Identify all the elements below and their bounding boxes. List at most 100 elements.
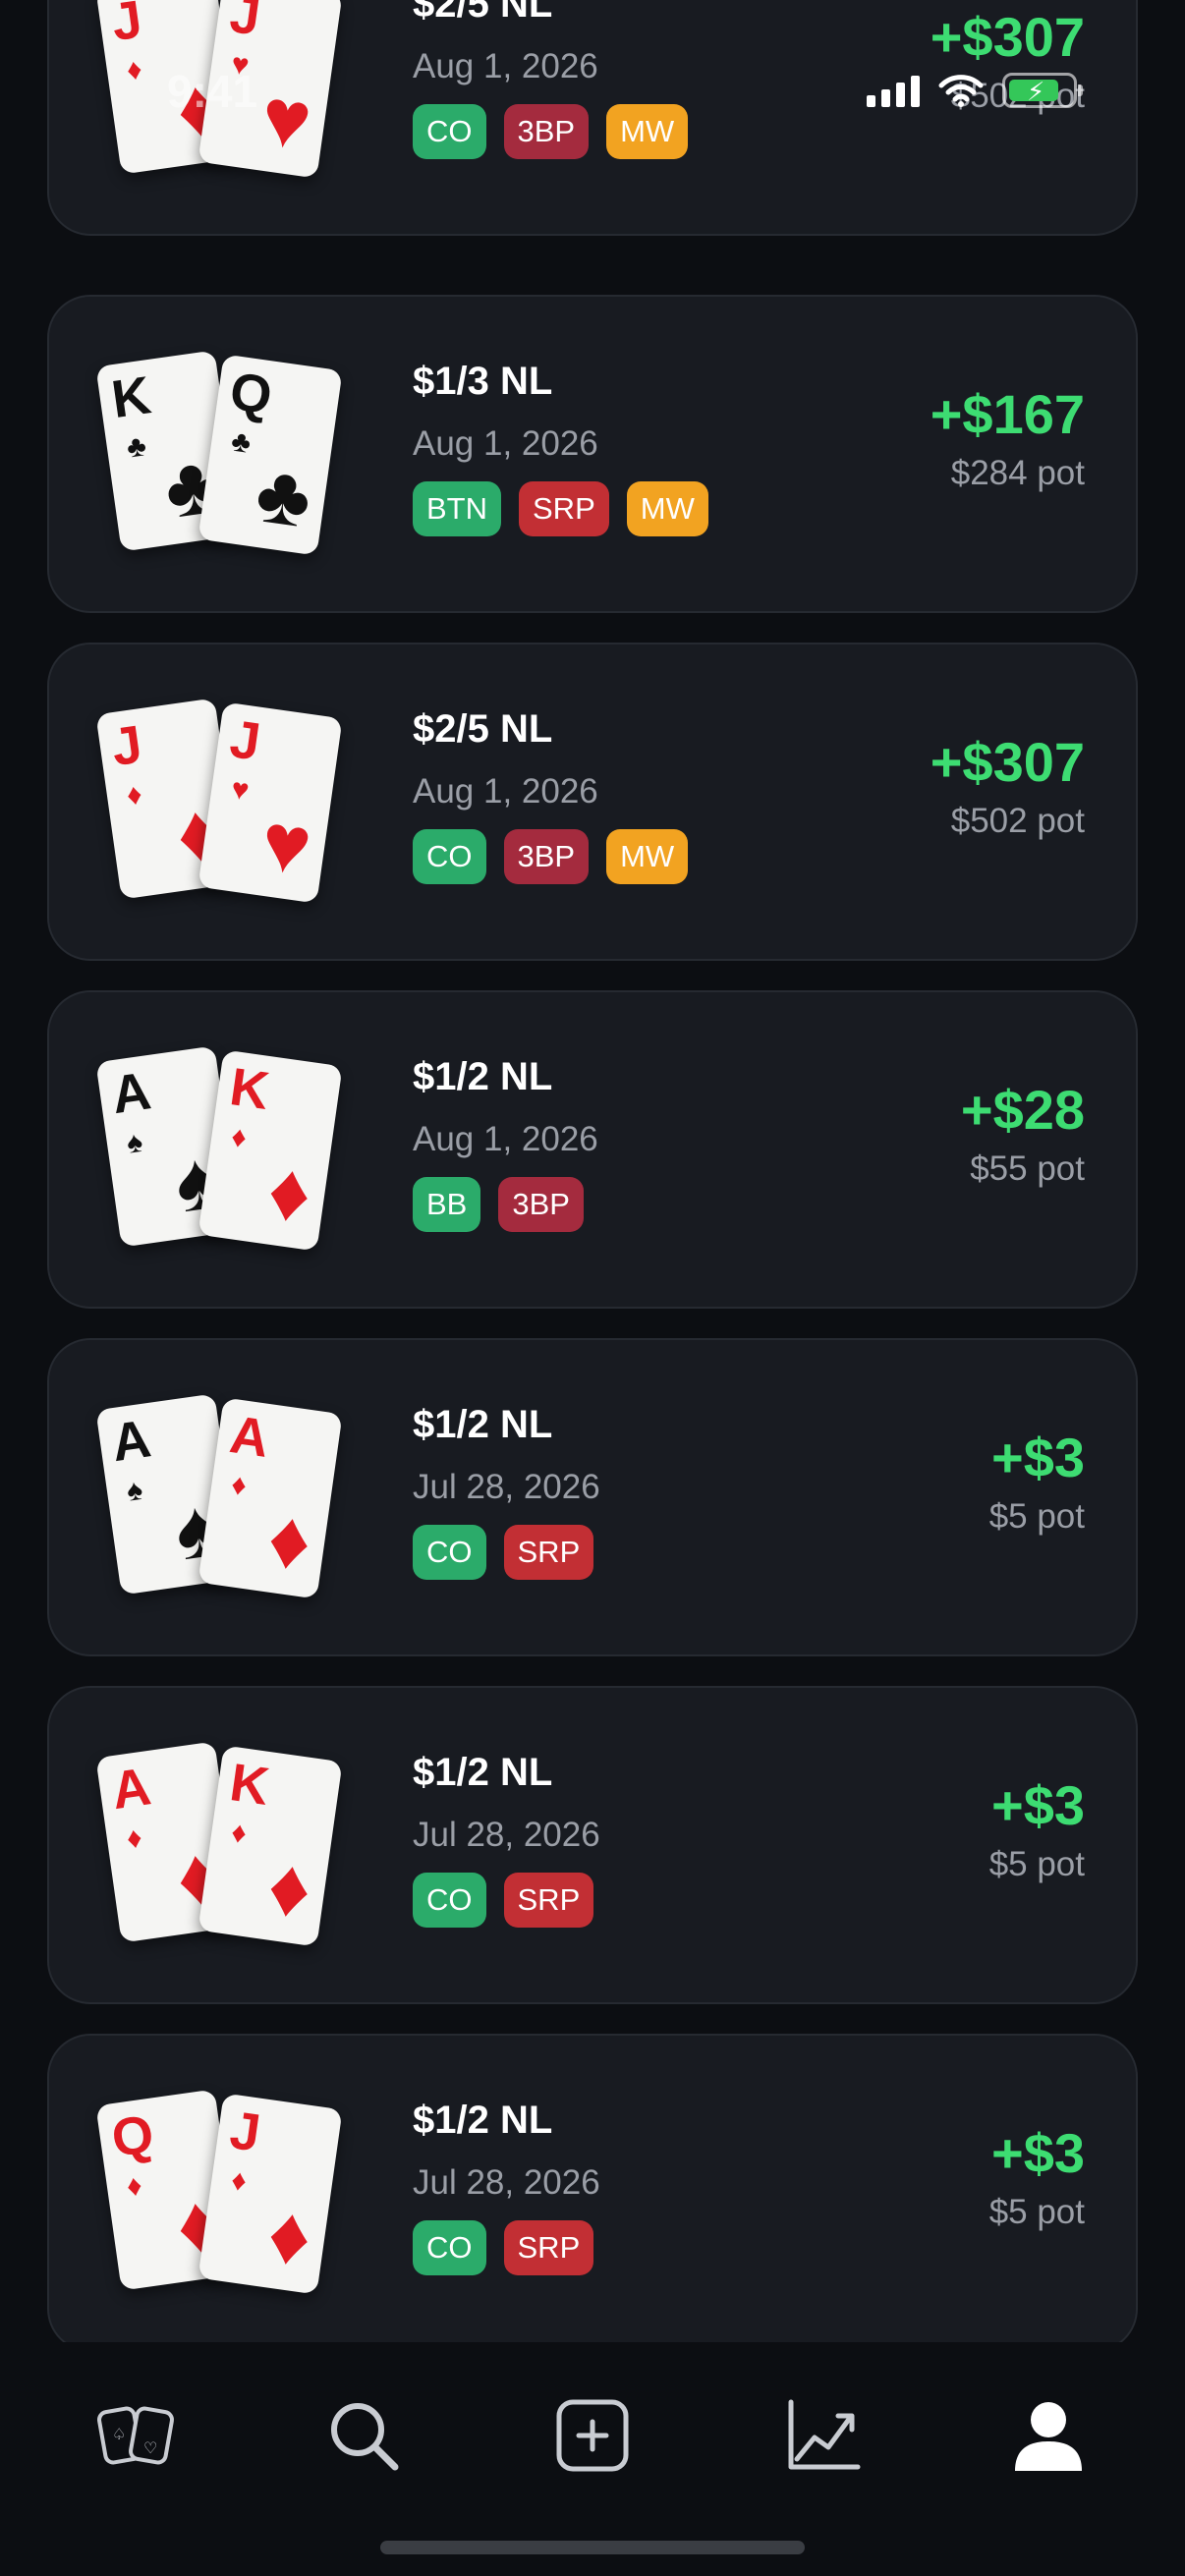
hand-info: $1/2 NL Jul 28, 2026 CO SRP	[413, 1749, 600, 1928]
hole-cards: A ♠ ♠ A ♦ ♦	[95, 1391, 366, 1607]
card-rank: A	[108, 1757, 155, 1821]
hand-card[interactable]: K ♣ ♣ Q ♣ ♣ $1/3 NL Aug 1, 2026 BTN SRP MW +$167 $28…	[47, 295, 1138, 613]
card-suit: ♣	[229, 424, 254, 460]
tag-badge: SRP	[519, 481, 609, 536]
pot-size: $5 pot	[988, 2193, 1085, 2231]
hand-date: Aug 1, 2026	[413, 772, 598, 811]
tag-badge: 3BP	[503, 104, 590, 159]
hand-card[interactable]: J ♦ ♦ J ♥ ♥ $2/5 NL Aug 1, 2026 CO 3BP MW +$307 $502…	[47, 0, 1138, 236]
tag-list: CO SRP	[413, 1873, 600, 1928]
playing-card: K ♦ ♦	[198, 1745, 343, 1947]
card-suit: ♠	[124, 1473, 145, 1508]
stakes-label: $1/2 NL	[413, 1055, 553, 1098]
tab-profile[interactable]	[994, 2381, 1102, 2490]
hand-card[interactable]: J ♦ ♦ J ♥ ♥ $2/5 NL Aug 1, 2026 CO 3BP MW +$307 $502…	[47, 643, 1138, 961]
hand-result: +$3 $5 pot	[989, 1427, 1085, 1539]
hole-cards: J ♦ ♦ J ♥ ♥	[95, 696, 366, 912]
tag-badge: 3BP	[498, 1177, 584, 1232]
profit-amount: +$3	[991, 2122, 1085, 2184]
stakes-label: $2/5 NL	[413, 0, 553, 26]
pot-size: $502 pot	[950, 77, 1085, 115]
svg-text:♡: ♡	[143, 2438, 157, 2457]
card-suit: ♥	[229, 772, 252, 808]
tab-stats[interactable]	[768, 2381, 876, 2490]
card-suit: ♠	[124, 1125, 145, 1160]
card-suit-large: ♥	[255, 794, 317, 893]
hole-cards: K ♣ ♣ Q ♣ ♣	[95, 348, 366, 564]
hand-info: $1/2 NL Jul 28, 2026 CO SRP	[413, 1401, 600, 1580]
profit-amount: +$3	[991, 1427, 1085, 1488]
hand-info: $1/3 NL Aug 1, 2026 BTN SRP MW	[413, 358, 708, 536]
hand-info: $1/2 NL Jul 28, 2026 CO SRP	[413, 2097, 600, 2275]
tag-list: BB 3BP	[413, 1177, 598, 1232]
hand-card[interactable]: Q ♦ ♦ J ♦ ♦ $1/2 NL Jul 28, 2026 CO SRP +$3 $5 pot	[47, 2034, 1138, 2352]
card-suit: ♥	[229, 47, 252, 83]
tag-list: CO SRP	[413, 2220, 600, 2275]
home-indicator	[380, 2541, 805, 2554]
tag-badge: SRP	[503, 1525, 594, 1580]
card-suit: ♦	[124, 1820, 144, 1856]
card-suit-large: ♦	[262, 2186, 317, 2284]
hole-cards: Q ♦ ♦ J ♦ ♦	[95, 2087, 366, 2303]
pot-size: $55 pot	[970, 1149, 1085, 1188]
profit-amount: +$167	[930, 383, 1085, 445]
tag-badge: CO	[413, 1525, 486, 1580]
playing-card: J ♦ ♦	[198, 2093, 343, 2295]
hand-card[interactable]: A ♦ ♦ K ♦ ♦ $1/2 NL Jul 28, 2026 CO SRP +$3 $5 pot	[47, 1686, 1138, 2004]
hole-cards: J ♦ ♦ J ♥ ♥	[95, 0, 366, 187]
tag-badge: BB	[413, 1177, 481, 1232]
hand-date: Aug 1, 2026	[413, 47, 598, 85]
tag-list: CO 3BP MW	[413, 829, 689, 884]
hand-result: +$28 $55 pot	[961, 1079, 1085, 1191]
hand-result: +$167 $284 pot	[931, 383, 1085, 495]
tab-add[interactable]	[538, 2381, 647, 2490]
card-rank: K	[108, 365, 155, 430]
tag-badge: 3BP	[503, 829, 590, 884]
hand-info: $2/5 NL Aug 1, 2026 CO 3BP MW	[413, 0, 689, 159]
card-rank: J	[108, 0, 146, 53]
tag-badge: MW	[626, 481, 708, 536]
card-rank: Q	[226, 362, 276, 426]
stakes-label: $1/2 NL	[413, 2099, 553, 2142]
cards-icon: ♤ ♡	[97, 2406, 174, 2465]
tag-list: CO 3BP MW	[413, 104, 689, 159]
card-suit: ♦	[124, 777, 144, 812]
hand-card[interactable]: A ♠ ♠ A ♦ ♦ $1/2 NL Jul 28, 2026 CO SRP +$3 $5 pot	[47, 1338, 1138, 1656]
card-suit-large: ♦	[262, 1143, 317, 1241]
card-rank: J	[226, 2100, 264, 2163]
card-rank: K	[226, 1057, 273, 1121]
card-rank: A	[108, 1061, 155, 1126]
card-rank: Q	[108, 2103, 158, 2169]
card-suit-large: ♣	[250, 445, 317, 545]
pot-size: $5 pot	[988, 1845, 1085, 1883]
svg-text:♤: ♤	[112, 2425, 126, 2443]
pot-size: $284 pot	[950, 454, 1085, 492]
card-suit: ♣	[124, 429, 149, 465]
tag-badge: CO	[413, 2220, 486, 2275]
tag-badge: MW	[606, 829, 689, 884]
tab-search[interactable]	[310, 2381, 418, 2490]
card-suit: ♦	[124, 2168, 144, 2204]
stakes-label: $1/2 NL	[413, 1403, 553, 1446]
stakes-label: $2/5 NL	[413, 707, 553, 751]
card-rank: J	[226, 0, 264, 47]
tag-badge: CO	[413, 104, 486, 159]
card-suit: ♦	[124, 52, 144, 87]
tag-badge: SRP	[503, 2220, 594, 2275]
hand-date: Aug 1, 2026	[413, 424, 598, 463]
playing-card: J ♥ ♥	[198, 0, 343, 179]
hand-date: Jul 28, 2026	[413, 1468, 600, 1506]
tag-badge: MW	[606, 104, 689, 159]
tag-badge: BTN	[413, 481, 501, 536]
profit-amount: +$307	[930, 6, 1085, 68]
search-icon	[331, 2403, 399, 2471]
card-suit: ♦	[229, 2163, 250, 2199]
pot-size: $502 pot	[950, 802, 1085, 840]
pot-size: $5 pot	[988, 1497, 1085, 1536]
tag-badge: CO	[413, 829, 486, 884]
card-suit: ♦	[229, 1816, 250, 1851]
profit-amount: +$3	[991, 1774, 1085, 1836]
profit-amount: +$28	[960, 1079, 1085, 1141]
hand-card[interactable]: A ♠ ♠ K ♦ ♦ $1/2 NL Aug 1, 2026 BB 3BP +$28 $55 pot	[47, 990, 1138, 1309]
tab-hands[interactable]: ♤ ♡	[84, 2381, 192, 2490]
